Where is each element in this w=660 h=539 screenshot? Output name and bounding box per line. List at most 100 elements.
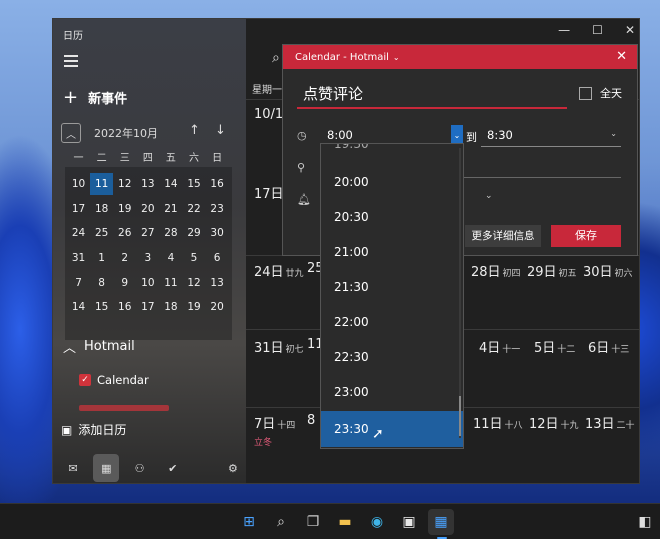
- mini-day[interactable]: 20: [136, 198, 159, 220]
- mini-day[interactable]: 17: [136, 296, 159, 318]
- mini-day[interactable]: 14: [67, 296, 90, 318]
- day-cell[interactable]: 5日 十二: [534, 337, 575, 356]
- mini-day[interactable]: 17: [67, 198, 90, 220]
- notification-icon[interactable]: ◧: [632, 509, 658, 535]
- calendar-item-calendar[interactable]: ✓ Calendar: [79, 373, 149, 387]
- time-option[interactable]: 23:00: [321, 374, 463, 410]
- day-cell-partial[interactable]: 8: [307, 413, 315, 428]
- mini-day[interactable]: 15: [182, 173, 205, 195]
- day-cell[interactable]: 12日 十九: [529, 413, 579, 432]
- all-day-toggle[interactable]: 全天: [579, 85, 622, 101]
- calendar-selector[interactable]: Calendar - Hotmail: [295, 52, 389, 63]
- scrollbar-thumb[interactable]: [459, 396, 461, 436]
- day-cell[interactable]: 28日 初四: [471, 261, 521, 280]
- previous-month-arrow-icon[interactable]: ↑: [189, 123, 200, 138]
- mini-day[interactable]: 15: [90, 296, 113, 318]
- minimize-icon[interactable]: —: [558, 23, 570, 37]
- mini-day[interactable]: 7: [67, 272, 90, 294]
- time-option[interactable]: 19:30: [321, 144, 463, 162]
- time-option[interactable]: 21:00: [321, 234, 463, 270]
- day-cell[interactable]: 13日 二十: [585, 413, 635, 432]
- more-details-button[interactable]: 更多详细信息: [465, 225, 541, 247]
- time-option[interactable]: 20:00: [321, 164, 463, 200]
- settings-gear-icon[interactable]: ⚙: [220, 454, 246, 482]
- day-cell-label[interactable]: 17日: [254, 183, 284, 202]
- store-icon[interactable]: ▣: [396, 509, 422, 535]
- time-option[interactable]: 22:00: [321, 304, 463, 340]
- time-option[interactable]: 21:30: [321, 269, 463, 305]
- next-month-arrow-icon[interactable]: ↓: [215, 123, 226, 138]
- start-windows-icon[interactable]: ⊞: [236, 509, 262, 535]
- hamburger-menu-icon[interactable]: [64, 55, 78, 67]
- day-cell[interactable]: 4日 十一: [479, 337, 520, 356]
- file-explorer-icon[interactable]: ▬: [332, 509, 358, 535]
- day-cell-label[interactable]: 10/1: [254, 107, 283, 122]
- mini-day[interactable]: 18: [90, 198, 113, 220]
- mini-day[interactable]: 9: [113, 272, 136, 294]
- reminder-chevron-down-icon[interactable]: ⌄: [485, 191, 493, 201]
- mini-day[interactable]: 26: [113, 222, 136, 244]
- search-icon[interactable]: ⌕: [272, 50, 280, 66]
- mini-day[interactable]: 10: [136, 272, 159, 294]
- mini-day[interactable]: 31: [67, 247, 90, 269]
- mini-day[interactable]: 12: [113, 173, 136, 195]
- mini-day[interactable]: 28: [159, 222, 182, 244]
- mini-day[interactable]: 1: [90, 247, 113, 269]
- mini-day[interactable]: 27: [136, 222, 159, 244]
- mini-day[interactable]: 24: [67, 222, 90, 244]
- dialog-header[interactable]: Calendar - Hotmail ⌄ ✕: [283, 45, 637, 69]
- scrollbar-track[interactable]: [459, 148, 461, 438]
- mini-day[interactable]: 21: [159, 198, 182, 220]
- mini-day[interactable]: 22: [182, 198, 205, 220]
- new-event-button[interactable]: + 新事件: [63, 87, 127, 108]
- maximize-icon[interactable]: ☐: [592, 23, 603, 37]
- mini-day[interactable]: 6: [206, 247, 229, 269]
- calendar-app-taskbar-icon[interactable]: ▦: [428, 509, 454, 535]
- mini-day[interactable]: 29: [182, 222, 205, 244]
- close-icon[interactable]: ✕: [616, 49, 627, 64]
- mini-day[interactable]: 19: [182, 296, 205, 318]
- people-icon[interactable]: ⚇: [126, 454, 152, 482]
- mini-day[interactable]: 14: [159, 173, 182, 195]
- mini-day[interactable]: 11: [159, 272, 182, 294]
- mini-month-label[interactable]: 2022年10月: [94, 125, 158, 141]
- mini-day[interactable]: 23: [206, 198, 229, 220]
- todo-icon[interactable]: ✔: [160, 454, 186, 482]
- save-button[interactable]: 保存: [551, 225, 621, 247]
- mini-day[interactable]: 3: [136, 247, 159, 269]
- mini-day[interactable]: 13: [206, 272, 229, 294]
- time-option-selected[interactable]: 23:30: [321, 411, 463, 447]
- mini-day[interactable]: 4: [159, 247, 182, 269]
- mini-day[interactable]: 16: [206, 173, 229, 195]
- mini-day[interactable]: 20: [206, 296, 229, 318]
- day-cell[interactable]: 29日 初五: [527, 261, 577, 280]
- location-input[interactable]: [463, 177, 621, 178]
- mini-day[interactable]: 25: [90, 222, 113, 244]
- all-day-checkbox[interactable]: [579, 86, 592, 100]
- day-cell[interactable]: 24日 廿九: [254, 261, 304, 280]
- time-option[interactable]: 20:30: [321, 199, 463, 235]
- mail-icon[interactable]: ✉: [60, 454, 86, 482]
- mini-day[interactable]: 10: [67, 173, 90, 195]
- time-option[interactable]: 22:30: [321, 339, 463, 375]
- mini-day-today[interactable]: 11: [90, 173, 114, 196]
- collapse-calendar-button[interactable]: ︿: [61, 123, 81, 143]
- calendar-icon[interactable]: ▦: [93, 454, 120, 482]
- mini-day[interactable]: 13: [136, 173, 159, 195]
- checkbox-checked-icon[interactable]: ✓: [79, 374, 91, 386]
- task-view-icon[interactable]: ❐: [300, 509, 326, 535]
- mini-day[interactable]: 5: [182, 247, 205, 269]
- event-title-input[interactable]: 点赞评论: [297, 83, 567, 109]
- end-time-select[interactable]: 8:30 ⌄: [481, 125, 621, 147]
- day-cell[interactable]: 30日 初六: [583, 261, 633, 280]
- mini-day[interactable]: 19: [113, 198, 136, 220]
- day-cell[interactable]: 31日 初七: [254, 337, 304, 356]
- add-calendar-button[interactable]: ▣ 添加日历: [61, 421, 126, 438]
- day-cell[interactable]: 11日 十八: [473, 413, 523, 432]
- day-cell[interactable]: 6日 十三: [588, 337, 629, 356]
- account-section-hotmail[interactable]: ︿ Hotmail: [63, 337, 135, 356]
- mini-day[interactable]: 2: [113, 247, 136, 269]
- day-cell[interactable]: 7日 十四: [254, 413, 295, 432]
- edge-browser-icon[interactable]: ◉: [364, 509, 390, 535]
- mini-day[interactable]: 18: [159, 296, 182, 318]
